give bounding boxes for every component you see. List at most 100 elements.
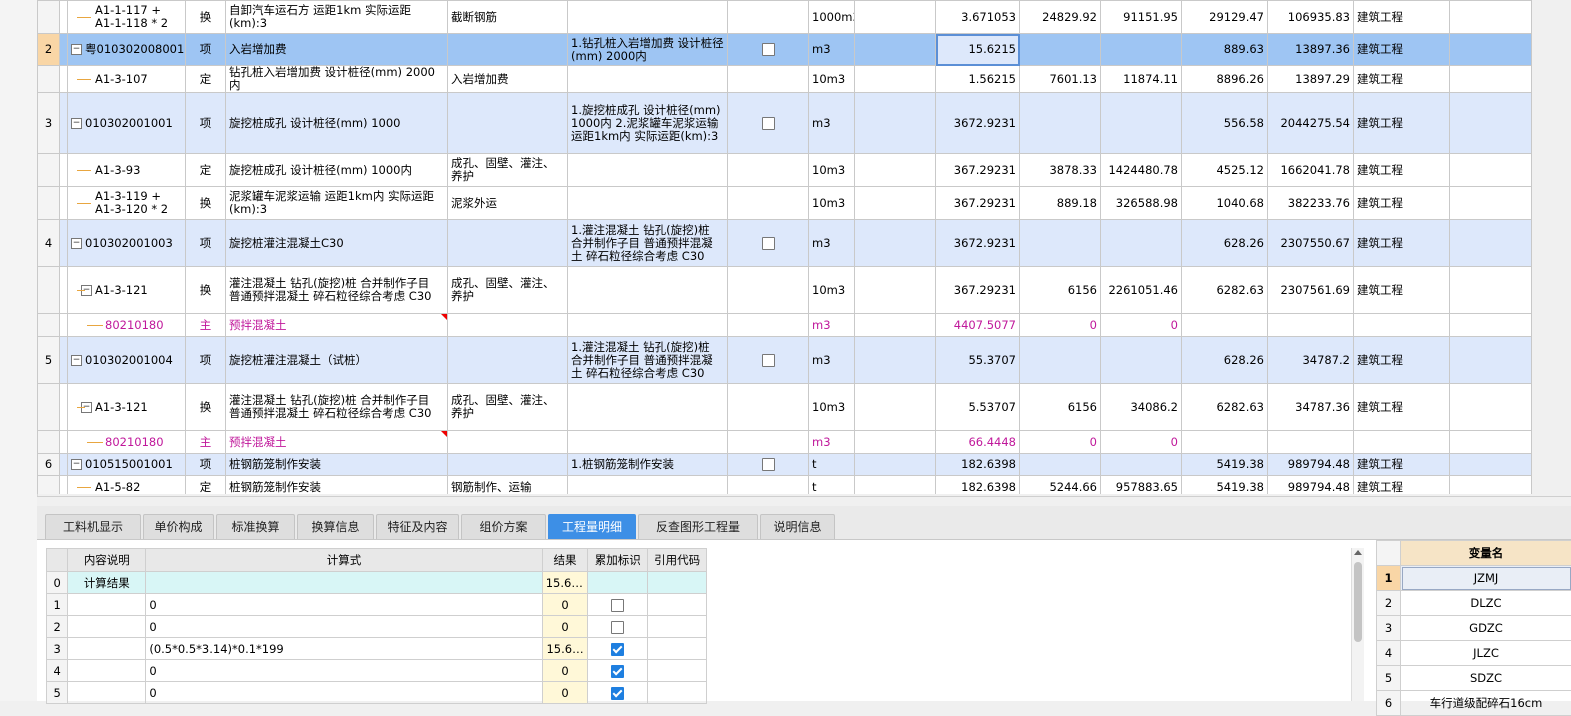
type-cell[interactable]: 项 <box>186 337 226 384</box>
feature-cell[interactable]: 1.灌注混凝土 钻孔(旋挖)桩 合并制作子目 普通预拌混凝土 碎石粒径综合考虑 … <box>568 220 728 267</box>
bill-grid[interactable]: A1-1-117 + A1-1-118 * 2换自卸汽车运石方 运距1km 实际… <box>37 0 1532 494</box>
feature-cell[interactable] <box>568 187 728 220</box>
unit-cell[interactable]: m3 <box>809 34 855 66</box>
unit-price-cell[interactable]: 24829.92 <box>1020 1 1101 34</box>
unit-cell[interactable]: 1000m3 <box>809 1 855 34</box>
calc-row[interactable]: 500 <box>47 682 707 704</box>
feature-cell[interactable]: 1.灌注混凝土 钻孔(旋挖)桩 合并制作子目 普通预拌混凝土 碎石粒径综合考虑 … <box>568 337 728 384</box>
quantity-detail-table[interactable]: 内容说明 计算式 结果 累加标识 引用代码 0计算结果15.6…1002003(… <box>46 548 736 704</box>
tab-5[interactable]: 组价方案 <box>461 514 546 539</box>
code-cell[interactable]: −010515001001 <box>68 454 186 476</box>
collapse-icon[interactable]: − <box>71 355 82 366</box>
total-cell[interactable]: 11874.11 <box>1101 66 1182 93</box>
var-row[interactable]: 3GDZC <box>1377 616 1571 641</box>
composite-price-cell[interactable] <box>1182 314 1268 337</box>
work-content-cell[interactable]: 成孔、固壁、灌注、养护 <box>448 267 568 314</box>
row-checkbox[interactable] <box>762 354 775 367</box>
unchecked-checkbox-icon[interactable] <box>611 599 624 612</box>
quantity-cell[interactable]: 1.56215 <box>936 66 1020 93</box>
name-cell[interactable]: 入岩增加费 <box>226 34 448 66</box>
feature-cell[interactable]: 1.钻孔桩入岩增加费 设计桩径(mm) 2000内 <box>568 34 728 66</box>
calc-ref-cell[interactable] <box>648 660 707 682</box>
checked-checkbox-icon[interactable] <box>611 665 624 678</box>
major-cell[interactable]: 建筑工程 <box>1354 187 1450 220</box>
bill-row[interactable]: A1-3-93定旋挖桩成孔 设计桩径(mm) 1000内成孔、固壁、灌注、养护1… <box>38 154 1532 187</box>
composite-total-cell[interactable]: 34787.2 <box>1268 337 1354 384</box>
composite-total-cell[interactable]: 13897.36 <box>1268 34 1354 66</box>
composite-total-cell[interactable]: 2307561.69 <box>1268 267 1354 314</box>
bill-row[interactable]: 80210180主预拌混凝土m34407.507700 <box>38 314 1532 337</box>
calc-desc-cell[interactable] <box>68 616 146 638</box>
type-cell[interactable]: 换 <box>186 384 226 431</box>
type-cell[interactable]: 换 <box>186 267 226 314</box>
code-cell[interactable]: −010302001001 <box>68 93 186 154</box>
code-cell[interactable]: −A1-3-121 <box>68 384 186 431</box>
unit-cell[interactable]: m3 <box>809 93 855 154</box>
unit-price-cell[interactable] <box>1020 93 1101 154</box>
calc-expr-cell[interactable]: 0 <box>146 660 542 682</box>
row-checkbox[interactable] <box>762 43 775 56</box>
var-name-cell[interactable]: SDZC <box>1401 666 1571 691</box>
work-content-cell[interactable] <box>448 220 568 267</box>
composite-price-cell[interactable]: 556.58 <box>1182 93 1268 154</box>
calc-row[interactable]: 200 <box>47 616 707 638</box>
unit-price-cell[interactable]: 6156 <box>1020 267 1101 314</box>
composite-total-cell[interactable]: 382233.76 <box>1268 187 1354 220</box>
name-cell[interactable]: 旋挖桩灌注混凝土C30 <box>226 220 448 267</box>
tab-6[interactable]: 工程量明细 <box>548 514 636 539</box>
unit-cell[interactable]: m3 <box>809 314 855 337</box>
bill-row[interactable]: A1-3-107定钻孔桩入岩增加费 设计桩径(mm) 2000内入岩增加费10m… <box>38 66 1532 93</box>
expr-cell[interactable] <box>855 384 936 431</box>
scroll-up-icon[interactable] <box>1354 550 1362 555</box>
type-cell[interactable]: 换 <box>186 187 226 220</box>
expr-cell[interactable] <box>855 220 936 267</box>
feature-cell[interactable] <box>568 1 728 34</box>
expr-cell[interactable] <box>855 154 936 187</box>
major-cell[interactable]: 建筑工程 <box>1354 384 1450 431</box>
quantity-cell[interactable]: 367.29231 <box>936 187 1020 220</box>
major-cell[interactable]: 建筑工程 <box>1354 337 1450 384</box>
calc-row[interactable]: 100 <box>47 594 707 616</box>
feature-cell[interactable] <box>568 66 728 93</box>
calc-expr-cell[interactable]: 0 <box>146 682 542 704</box>
name-cell[interactable]: 旋挖桩灌注混凝土（试桩） <box>226 337 448 384</box>
code-cell[interactable]: A1-1-117 + A1-1-118 * 2 <box>68 1 186 34</box>
work-content-cell[interactable] <box>448 34 568 66</box>
composite-total-cell[interactable]: 13897.29 <box>1268 66 1354 93</box>
calc-accum-cell[interactable] <box>588 638 648 660</box>
major-cell[interactable]: 建筑工程 <box>1354 93 1450 154</box>
name-cell[interactable]: 钻孔桩入岩增加费 设计桩径(mm) 2000内 <box>226 66 448 93</box>
quantity-cell[interactable]: 182.6398 <box>936 476 1020 495</box>
expr-cell[interactable] <box>855 267 936 314</box>
unit-price-cell[interactable] <box>1020 34 1101 66</box>
unit-price-cell[interactable]: 5244.66 <box>1020 476 1101 495</box>
unit-price-cell[interactable] <box>1020 337 1101 384</box>
calc-desc-cell[interactable] <box>68 638 146 660</box>
expr-cell[interactable] <box>855 34 936 66</box>
quantity-cell[interactable]: 5.53707 <box>936 384 1020 431</box>
quantity-cell[interactable]: 55.3707 <box>936 337 1020 384</box>
unit-price-cell[interactable]: 3878.33 <box>1020 154 1101 187</box>
calc-accum-cell[interactable] <box>588 572 648 594</box>
calc-desc-cell[interactable] <box>68 594 146 616</box>
work-content-cell[interactable] <box>448 93 568 154</box>
composite-price-cell[interactable]: 5419.38 <box>1182 476 1268 495</box>
tab-1[interactable]: 单价构成 <box>143 514 214 539</box>
work-content-cell[interactable]: 入岩增加费 <box>448 66 568 93</box>
bill-row[interactable]: A1-3-119 + A1-3-120 * 2换泥浆罐车泥浆运输 运距1km内 … <box>38 187 1532 220</box>
feature-cell[interactable] <box>568 314 728 337</box>
composite-total-cell[interactable]: 1662041.78 <box>1268 154 1354 187</box>
name-cell[interactable]: 预拌混凝土 <box>226 431 448 454</box>
total-cell[interactable] <box>1101 337 1182 384</box>
composite-price-cell[interactable] <box>1182 431 1268 454</box>
quantity-cell[interactable]: 4407.5077 <box>936 314 1020 337</box>
work-content-cell[interactable] <box>448 454 568 476</box>
unit-price-cell[interactable] <box>1020 454 1101 476</box>
calc-expr-cell[interactable]: 0 <box>146 594 542 616</box>
bill-row[interactable]: −A1-3-121换灌注混凝土 钻孔(旋挖)桩 合并制作子目 普通预拌混凝土 碎… <box>38 384 1532 431</box>
unit-cell[interactable]: t <box>809 454 855 476</box>
unit-cell[interactable]: 10m3 <box>809 154 855 187</box>
composite-price-cell[interactable]: 889.63 <box>1182 34 1268 66</box>
expr-cell[interactable] <box>855 454 936 476</box>
row-checkbox[interactable] <box>762 237 775 250</box>
